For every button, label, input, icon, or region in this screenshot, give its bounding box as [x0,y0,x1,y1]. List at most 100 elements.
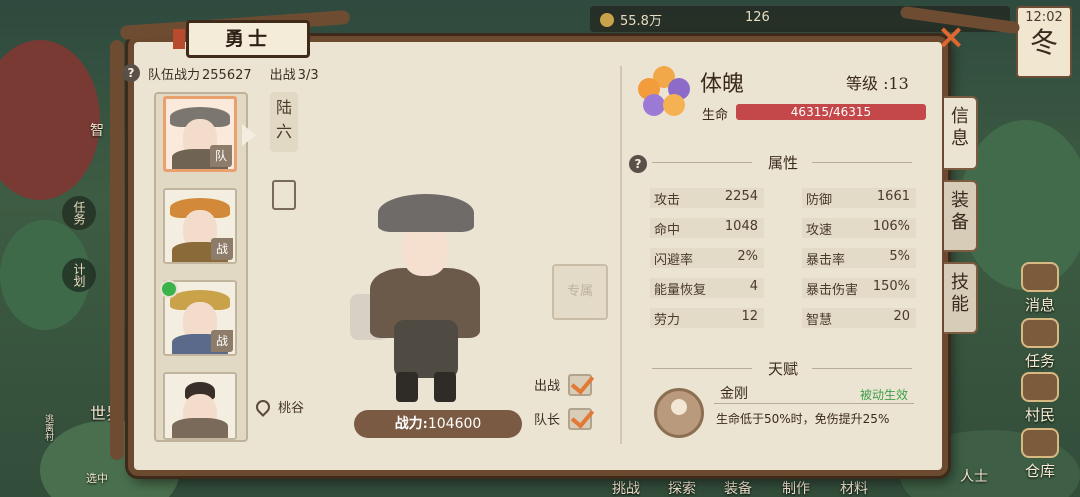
hero-name: 陆六 [270,92,298,152]
combat-power: 战力:104600 [354,410,522,438]
villager-icon [1021,372,1059,402]
left-menu-wisdom[interactable]: 智 [90,120,104,140]
panel-title: 勇士 [173,20,310,58]
stat-value: 12 [741,309,758,324]
captain-checkbox-row[interactable]: 队长 [534,408,593,430]
stat-value: 150% [872,279,910,294]
tab-info[interactable]: 信息 [944,96,978,170]
stat-value: 1661 [876,189,910,204]
hero-leg-left [396,372,418,402]
stat-label: 攻速 [806,223,833,238]
stat-row: 劳力 12 [650,308,764,328]
stat-label: 防御 [806,193,833,208]
stat-label: 暴击率 [806,253,846,268]
talent-line-left [652,368,752,369]
hero-portrait-body [172,418,228,438]
selection-arrow-icon [242,124,256,146]
attributes-line-left [652,162,752,163]
roster-slot-1[interactable]: 队 [163,96,237,172]
hero-figure [350,190,500,410]
stat-label: 劳力 [654,313,681,328]
roster-slot-4[interactable] [163,372,237,440]
stat-row: 命中 1048 [650,218,764,238]
tab-skills[interactable]: 技能 [944,262,978,334]
talent-title: 天赋 [767,360,798,378]
hero-hat [378,194,474,232]
stat-row: 攻击 2254 [650,188,764,208]
captain-checkbox[interactable] [568,408,593,430]
stat-row: 防御 1661 [802,188,916,208]
bottom-menu-craft[interactable]: 制作 [782,478,810,497]
resource-gold: 55.8万 [600,10,662,29]
left-menu-select[interactable]: 选中 [86,470,108,486]
resource-second: 126 [745,10,770,25]
hp-bar: 46315/46315 [736,104,926,120]
deploy-label: 出战 [269,68,296,83]
task-icon [1021,318,1059,348]
team-help-icon[interactable]: ? [122,64,140,82]
coin-icon [600,13,614,27]
hero-leg-right [434,372,456,402]
stat-label: 智慧 [806,313,833,328]
left-menu-plan[interactable]: 计划 [62,258,96,292]
battle-badge: 战 [211,330,233,352]
deploy-value: 3/3 [297,68,319,83]
attributes-help-icon[interactable]: ? [629,155,647,173]
stat-label: 闪避率 [654,253,694,268]
talent-line-right [812,368,912,369]
deploy-checkbox[interactable] [568,374,593,396]
stat-label: 暴击伤害 [806,283,859,298]
right-menu-villager[interactable]: 村民 [1008,372,1072,425]
right-menu-task[interactable]: 任务 [1008,318,1072,371]
left-menu-task[interactable]: 任务 [62,196,96,230]
talent-name: 金刚 [720,386,748,402]
warehouse-icon [1021,428,1059,458]
stat-value: 106% [872,219,910,234]
hp-label: 生命 [702,108,729,123]
season-label: 冬 [1029,26,1058,59]
close-button[interactable]: × [934,20,968,56]
stat-row: 暴击率 5% [802,248,916,268]
tab-equipment[interactable]: 装备 [944,180,978,252]
talent-divider [714,403,914,404]
talent-buddha-icon [654,388,704,438]
bottom-menu-equip[interactable]: 装备 [724,478,752,497]
right-menu-message[interactable]: 消息 [1008,262,1072,315]
stat-label: 能量恢复 [654,283,707,298]
talent-type: 被动生效 [860,388,909,402]
stat-row: 暴击伤害 150% [802,278,916,298]
rename-scroll-icon[interactable] [272,180,296,210]
stat-value: 2254 [724,189,758,204]
team-power-value: 255627 [202,68,252,83]
deploy-checkbox-row[interactable]: 出战 [534,374,593,396]
bottom-menu-challenge[interactable]: 挑战 [612,478,640,497]
location-pin-icon [253,397,273,417]
hp-text: 46315/46315 [790,105,872,119]
attributes-title: 属性 [767,154,798,172]
exclusive-equip-button[interactable]: 专属 [552,264,608,320]
hero-body [394,320,458,378]
notification-dot [160,280,178,298]
frame-branch-left [110,40,124,460]
spirit-level: 等级 :13 [846,74,909,93]
stat-row: 智慧 20 [802,308,916,328]
bottom-menu-person[interactable]: 人士 [960,466,988,486]
bottom-menu-material[interactable]: 材料 [840,478,868,497]
stat-row: 能量恢复 4 [650,278,764,298]
message-icon [1021,262,1059,292]
stat-label: 命中 [654,223,681,238]
bottom-menu-explore[interactable]: 探索 [668,478,696,497]
team-power-label: 队伍战力 [148,68,201,83]
flower-spirit-icon [638,66,690,116]
season-clock[interactable]: 12:02 冬 [1016,6,1072,78]
stat-label: 攻击 [654,193,681,208]
stat-value: 5% [889,249,910,264]
right-menu-warehouse[interactable]: 仓库 [1008,428,1072,481]
panel-divider [620,66,622,444]
stat-value: 4 [749,279,758,294]
stat-value: 20 [893,309,910,324]
roster-slot-2[interactable]: 战 [163,188,237,264]
battle-badge: 战 [211,238,233,260]
stat-value: 1048 [724,219,758,234]
attributes-line-right [812,162,912,163]
